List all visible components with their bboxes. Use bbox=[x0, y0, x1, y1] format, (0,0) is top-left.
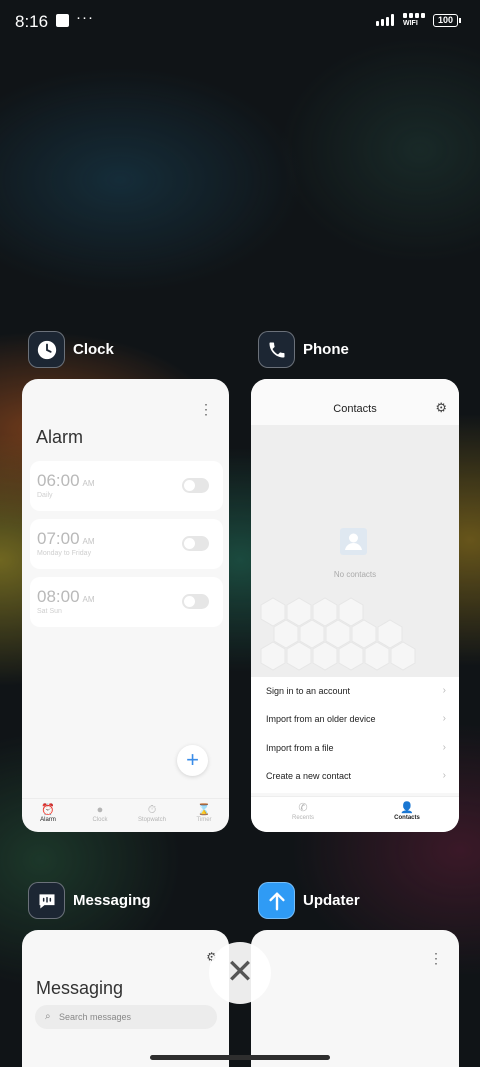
menu-item-label: Create a new contact bbox=[266, 771, 352, 781]
tab-stopwatch[interactable]: ⏱ Stopwatch bbox=[126, 799, 178, 832]
contacts-actions-menu: Sign in to an account › Import from an ol… bbox=[251, 677, 459, 793]
more-options-icon[interactable]: ⋮ bbox=[199, 401, 213, 418]
messaging-app-name: Messaging bbox=[73, 892, 151, 909]
contact-placeholder-icon bbox=[340, 528, 367, 555]
search-icon: ⌕ bbox=[45, 1011, 51, 1022]
search-messages-input[interactable]: ⌕ Search messages bbox=[35, 1005, 217, 1029]
contacts-empty-area: No contacts bbox=[251, 425, 459, 677]
contacts-title: Contacts bbox=[333, 403, 377, 415]
alarm-toggle[interactable] bbox=[182, 594, 209, 609]
search-placeholder: Search messages bbox=[59, 1012, 132, 1022]
close-icon: ✕ bbox=[225, 953, 255, 991]
messaging-app-card[interactable]: ⚙ Messaging ⌕ Search messages bbox=[22, 930, 229, 1067]
clock-app-card[interactable]: ⋮ Alarm 06:00 AM Daily 07:00 AM Monday to … bbox=[22, 379, 229, 832]
alarm-repeat: Monday to Friday bbox=[37, 550, 92, 557]
tab-label: Timer bbox=[196, 817, 212, 823]
alarm-ampm: AM bbox=[82, 479, 95, 488]
tab-recents[interactable]: ✆ Recents bbox=[251, 797, 355, 832]
status-bar: 8:16 ··· WIFI 100 bbox=[0, 0, 480, 44]
import-file-item[interactable]: Import from a file › bbox=[266, 742, 446, 753]
phone-icon bbox=[258, 331, 295, 368]
status-time: 8:16 bbox=[15, 12, 49, 31]
alarm-repeat: Daily bbox=[37, 492, 53, 499]
clock-app-name: Clock bbox=[73, 341, 114, 358]
phone-app-name: Phone bbox=[303, 341, 349, 358]
more-notifications-icon: ··· bbox=[76, 9, 94, 26]
alarm-icon: ⏰ bbox=[41, 804, 55, 816]
chevron-right-icon: › bbox=[442, 685, 446, 696]
updater-app-header[interactable]: Updater bbox=[258, 882, 360, 919]
clock-app-header[interactable]: Clock bbox=[28, 331, 114, 368]
alarm-time: 06:00 bbox=[37, 471, 80, 490]
tab-label: Contacts bbox=[394, 815, 420, 821]
tab-label: Stopwatch bbox=[137, 817, 167, 823]
phone-tab-bar: ✆ Recents 👤 Contacts bbox=[251, 796, 459, 832]
tab-alarm[interactable]: ⏰ Alarm bbox=[22, 799, 74, 832]
home-indicator[interactable] bbox=[150, 1055, 330, 1060]
battery-icon: 100 bbox=[433, 14, 461, 27]
chevron-right-icon: › bbox=[442, 713, 446, 724]
chevron-right-icon: › bbox=[442, 742, 446, 753]
sign-in-account-item[interactable]: Sign in to an account › bbox=[266, 685, 446, 696]
messaging-title: Messaging bbox=[36, 978, 124, 998]
alarm-time: 08:00 bbox=[37, 587, 80, 606]
updater-app-card[interactable]: ⋮ bbox=[251, 930, 459, 1067]
wifi-icon: WIFI bbox=[403, 13, 427, 31]
chevron-right-icon: › bbox=[442, 770, 446, 781]
alarm-row[interactable]: 06:00 AM Daily bbox=[30, 461, 223, 511]
contacts-header: Contacts ⚙ bbox=[251, 379, 459, 425]
updater-app-name: Updater bbox=[303, 892, 360, 909]
menu-item-label: Import from a file bbox=[266, 743, 334, 753]
alarm-ampm: AM bbox=[82, 537, 95, 546]
timer-icon: ⌛ bbox=[197, 804, 211, 816]
clear-all-close-button[interactable]: ✕ bbox=[209, 942, 271, 1004]
clock-icon bbox=[28, 331, 65, 368]
no-contacts-text: No contacts bbox=[333, 570, 377, 579]
alarm-time: 07:00 bbox=[37, 529, 80, 548]
wifi-label: WIFI bbox=[403, 20, 418, 27]
alarm-row[interactable]: 07:00 AM Monday to Friday bbox=[30, 519, 223, 569]
clock-tab-bar: ⏰ Alarm ● Clock ⏱ Stopwatch ⌛ Timer bbox=[22, 798, 229, 832]
alarm-toggle[interactable] bbox=[182, 478, 209, 493]
tab-label: Recents bbox=[291, 815, 314, 821]
menu-item-label: Import from an older device bbox=[266, 714, 376, 724]
alarm-toggle[interactable] bbox=[182, 536, 209, 551]
phone-app-card[interactable]: Contacts ⚙ No contacts Sign in to an acc… bbox=[251, 379, 459, 832]
import-older-device-item[interactable]: Import from an older device › bbox=[266, 713, 446, 724]
signal-icon bbox=[376, 14, 394, 26]
gear-icon[interactable]: ⚙ bbox=[435, 400, 447, 416]
more-options-icon[interactable]: ⋮ bbox=[429, 950, 443, 967]
add-alarm-button[interactable]: + bbox=[177, 745, 208, 776]
person-icon: 👤 bbox=[400, 802, 414, 814]
alarm-row[interactable]: 08:00 AM Sat Sun bbox=[30, 577, 223, 627]
clock-icon: ● bbox=[96, 804, 104, 816]
tab-clock[interactable]: ● Clock bbox=[74, 799, 126, 832]
alarm-title: Alarm bbox=[36, 427, 84, 447]
messaging-app-header[interactable]: Messaging bbox=[28, 882, 151, 919]
tab-label: Clock bbox=[92, 817, 108, 823]
menu-item-label: Sign in to an account bbox=[266, 686, 351, 696]
chat-icon bbox=[28, 882, 65, 919]
alarm-ampm: AM bbox=[82, 595, 95, 604]
phone-icon: ✆ bbox=[298, 802, 308, 814]
phone-app-header[interactable]: Phone bbox=[258, 331, 349, 368]
upload-arrow-icon bbox=[258, 882, 295, 919]
tab-contacts[interactable]: 👤 Contacts bbox=[355, 797, 459, 832]
stopwatch-icon: ⏱ bbox=[147, 804, 157, 816]
notification-icon bbox=[56, 14, 69, 27]
tab-label: Alarm bbox=[40, 817, 56, 823]
alarm-repeat: Sat Sun bbox=[37, 608, 62, 615]
tab-timer[interactable]: ⌛ Timer bbox=[178, 799, 229, 832]
create-contact-item[interactable]: Create a new contact › bbox=[266, 770, 446, 781]
